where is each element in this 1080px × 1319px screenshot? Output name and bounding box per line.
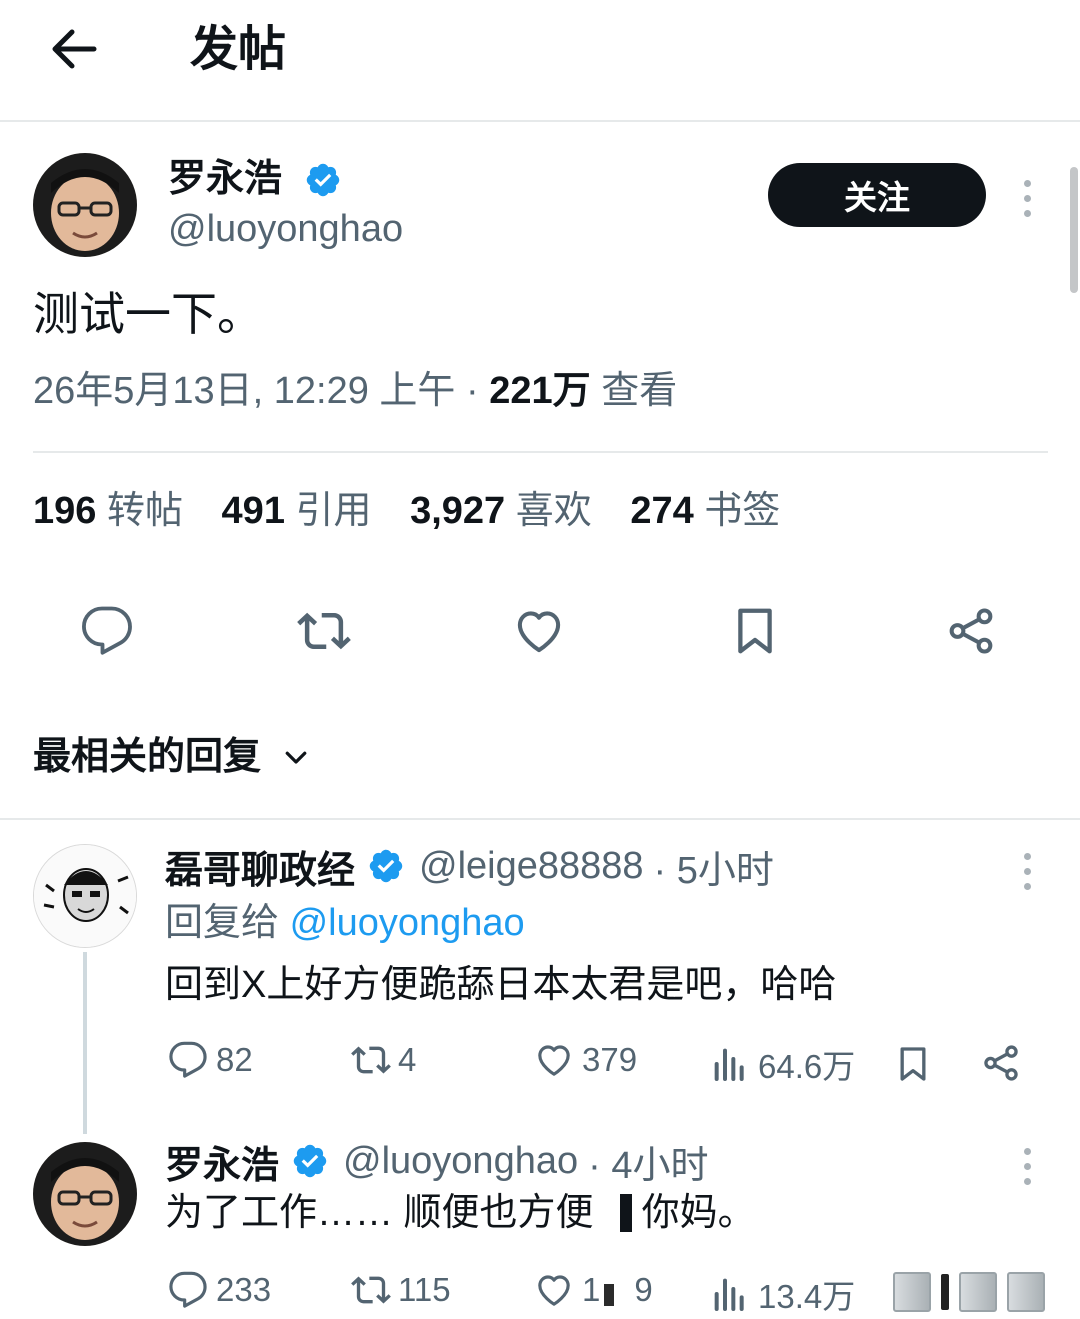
repost-icon (297, 612, 351, 650)
share-icon (984, 1045, 1018, 1081)
reply-repost-button[interactable]: 115 (350, 1270, 451, 1310)
bookmark-button[interactable] (728, 604, 782, 658)
views-icon (714, 1278, 744, 1311)
reply-like-button[interactable]: 1 9 (534, 1270, 653, 1310)
stat-count: 3,927 (410, 490, 506, 532)
reply-header: 磊哥聊政经 @leige88888 · 5小时 (165, 843, 774, 892)
post-text: 测试一下。 (33, 288, 263, 340)
replies-sort-label: 最相关的回复 (33, 736, 262, 778)
stat-label: 转帖 (106, 490, 183, 532)
stat-label: 书签 (704, 490, 781, 532)
repost-icon (351, 1276, 391, 1304)
like-count-tail: 9 (634, 1271, 653, 1308)
reply-like-button[interactable]: 379 (534, 1040, 637, 1080)
author-name[interactable]: 罗永浩 (168, 156, 282, 202)
views-count: 221万 (489, 370, 591, 412)
views-count: 13.4万 (758, 1278, 856, 1315)
post-timestamp[interactable]: 26年5月13日, 12:29 上午 (33, 370, 455, 412)
reply-repost-button[interactable]: 4 (350, 1040, 416, 1080)
reply-views-button[interactable]: 13.4万 (710, 1270, 855, 1318)
section-divider (0, 818, 1080, 820)
reply-time[interactable]: · 5小时 (654, 839, 774, 894)
stat-label: 引用 (295, 490, 372, 532)
meta-separator: · (466, 370, 479, 412)
verified-badge-icon (369, 849, 403, 883)
reply-to-line: 回复给 @luoyonghao (165, 899, 525, 947)
like-count: 1 (582, 1271, 601, 1308)
like-button[interactable] (512, 604, 566, 658)
reply-text: 回到X上好方便跪舔日本太君是吧，哈哈 (165, 964, 837, 1006)
reply-text-tail: 你妈。 (641, 1192, 756, 1234)
redaction-mark (619, 1194, 632, 1232)
reply-author-handle[interactable]: @luoyonghao (343, 1140, 578, 1183)
post-meta: 26年5月13日, 12:29 上午 · 221万 查看 (33, 366, 677, 416)
watermark-overlay (893, 1272, 1053, 1312)
share-icon (949, 608, 993, 654)
stat-count: 491 (221, 490, 285, 532)
stat-count: 196 (33, 490, 97, 532)
reply-to-handle[interactable]: @luoyonghao (290, 902, 525, 944)
stat-count: 274 (630, 490, 694, 532)
reply-views-button[interactable]: 64.6万 (710, 1040, 855, 1088)
verified-badge-icon (293, 1144, 327, 1178)
stat-quotes[interactable]: 491 引用 (222, 490, 372, 532)
like-icon (538, 1275, 570, 1306)
reply-author-avatar[interactable] (33, 844, 137, 948)
like-icon (517, 611, 561, 653)
like-count: 379 (582, 1041, 638, 1078)
repost-count: 4 (398, 1041, 417, 1078)
reply-icon (169, 1041, 207, 1078)
reply-share-button[interactable] (980, 1042, 1022, 1084)
repost-button[interactable] (296, 604, 352, 658)
more-icon[interactable] (1023, 180, 1031, 225)
reply-button[interactable] (80, 604, 134, 658)
reply-author-name[interactable]: 磊哥聊政经 (165, 839, 355, 894)
back-arrow-icon (52, 29, 97, 69)
back-button[interactable] (48, 26, 100, 72)
reply-count: 233 (216, 1271, 272, 1308)
author-avatar[interactable] (33, 153, 137, 257)
verified-badge-icon (304, 161, 342, 199)
views-count: 64.6万 (758, 1048, 856, 1085)
page-title: 发帖 (190, 23, 287, 76)
bookmark-icon (738, 608, 772, 654)
reply-author-handle[interactable]: @leige88888 (419, 845, 644, 888)
replies-sort-selector[interactable]: 最相关的回复 (33, 732, 311, 782)
thread-line (83, 952, 87, 1134)
repost-count: 115 (398, 1271, 451, 1308)
stat-bookmarks[interactable]: 274 书签 (630, 490, 780, 532)
share-button[interactable] (944, 604, 998, 658)
reply-time[interactable]: · 4小时 (588, 1134, 708, 1189)
reply-text: 为了工作…… 顺便也方便 你妈。 (165, 1188, 756, 1238)
follow-button[interactable]: 关注 (768, 163, 986, 227)
repost-icon (351, 1046, 391, 1074)
post-divider (33, 451, 1048, 453)
like-icon (538, 1045, 570, 1076)
reply-icon (82, 606, 132, 655)
chevron-down-icon (285, 751, 307, 764)
header-divider (0, 120, 1080, 122)
stat-likes[interactable]: 3,927 喜欢 (410, 490, 592, 532)
reply-reply-button[interactable]: 233 (168, 1270, 271, 1310)
reply-bookmark-button[interactable] (893, 1042, 933, 1086)
scrollbar[interactable] (1070, 167, 1078, 293)
reply-author-name[interactable]: 罗永浩 (165, 1134, 279, 1189)
more-icon[interactable] (1023, 853, 1031, 898)
more-icon[interactable] (1023, 1148, 1031, 1193)
views-icon (714, 1048, 744, 1081)
reply-count: 82 (216, 1041, 253, 1078)
reply-icon (169, 1271, 207, 1308)
redaction-mark (604, 1284, 615, 1306)
bookmark-icon (900, 1047, 926, 1081)
views-label: 查看 (601, 370, 678, 412)
reply-text-main: 为了工作…… 顺便也方便 (165, 1192, 594, 1234)
stat-label: 喜欢 (515, 490, 592, 532)
stat-reposts[interactable]: 196 转帖 (33, 490, 183, 532)
reply-reply-button[interactable]: 82 (168, 1040, 253, 1080)
reply-to-prefix: 回复给 (165, 902, 280, 944)
reply-author-avatar[interactable] (33, 1142, 137, 1246)
author-handle[interactable]: @luoyonghao (168, 206, 403, 252)
engagement-stats: 196 转帖 491 引用 3,927 喜欢 274 书签 (33, 486, 780, 536)
reply-header: 罗永浩 @luoyonghao · 4小时 (165, 1138, 708, 1187)
